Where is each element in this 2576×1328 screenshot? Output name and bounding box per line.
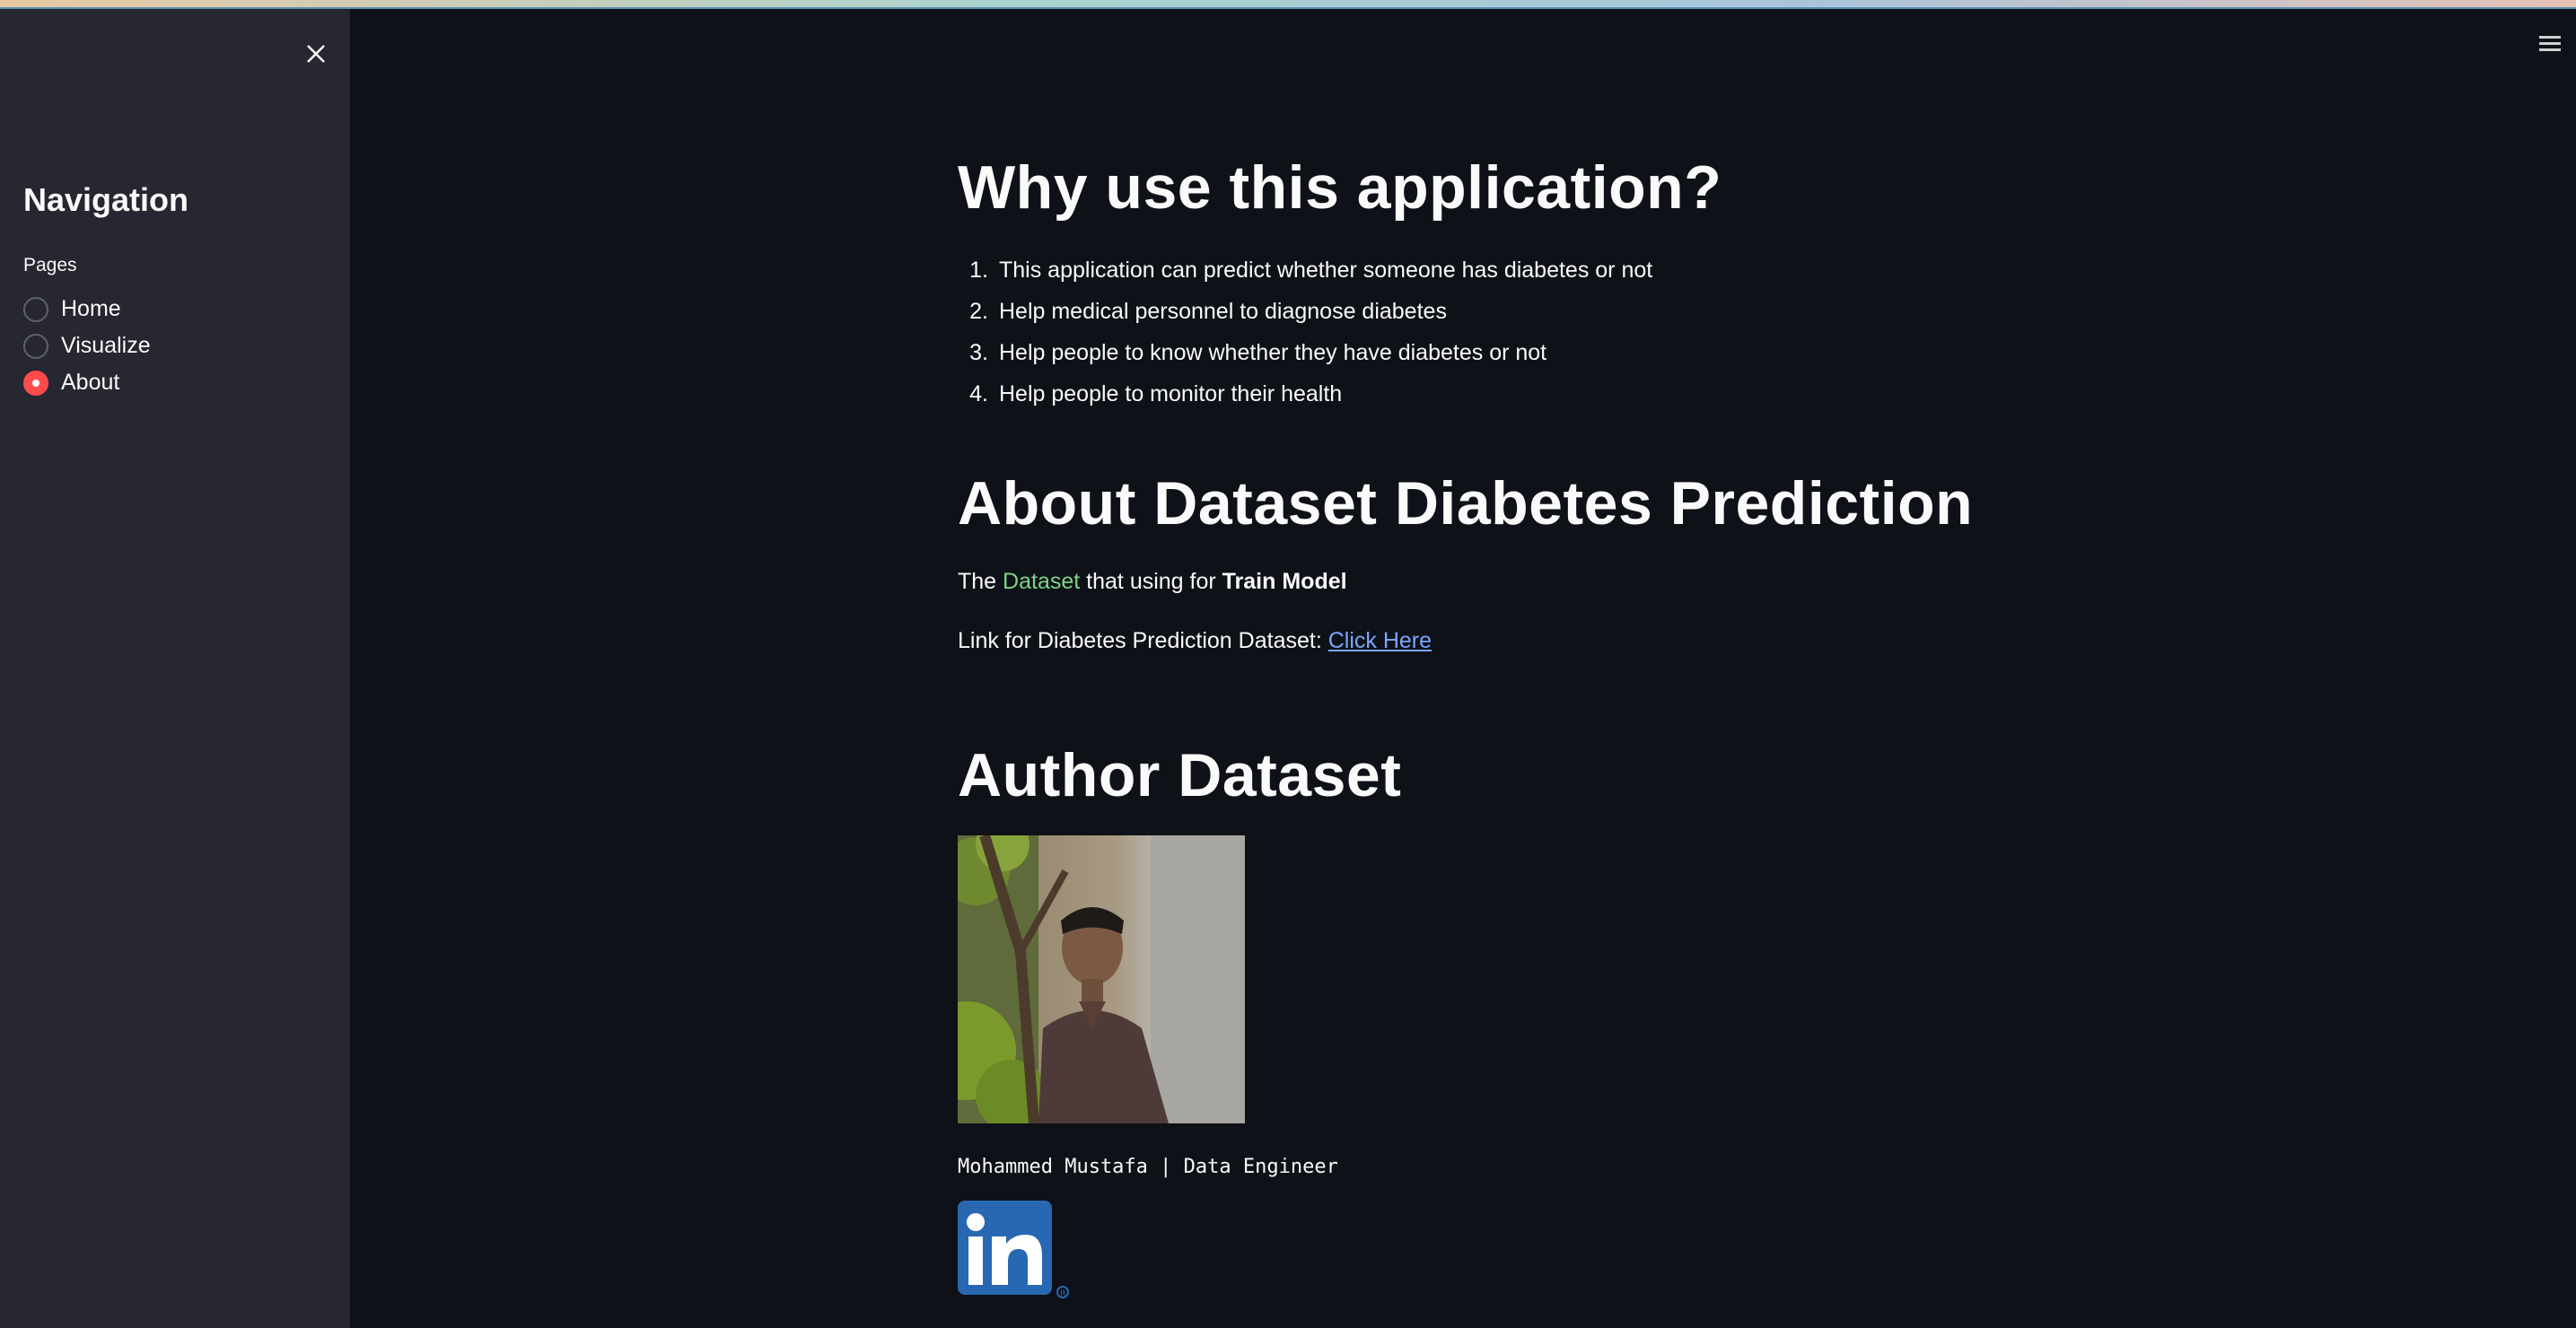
list-number: 2. (969, 299, 988, 324)
dataset-link-label: Link for Diabetes Prediction Dataset: (958, 628, 1322, 653)
top-decoration-bar (0, 0, 2576, 9)
dataset-prefix: The (958, 569, 997, 594)
author-caption: Mohammed Mustafa | Data Engineer (958, 1156, 1338, 1178)
list-text: Help medical personnel to diagnose diabe… (999, 299, 1447, 324)
radio-option-visualize[interactable]: Visualize (23, 328, 151, 364)
reasons-list: 1. This application can predict whether … (958, 258, 1652, 423)
list-number: 4. (969, 381, 988, 406)
linkedin-icon[interactable]: R (958, 1201, 1070, 1305)
author-photo (958, 835, 1245, 1123)
list-number: 1. (969, 258, 988, 283)
main-menu-button[interactable] (2535, 32, 2565, 59)
svg-text:R: R (1060, 1289, 1065, 1298)
radio-label-home: Home (61, 296, 121, 321)
pages-label: Pages (23, 255, 77, 275)
list-number: 3. (969, 340, 988, 365)
list-item: 1. This application can predict whether … (958, 258, 1652, 299)
list-item: 2. Help medical personnel to diagnose di… (958, 299, 1652, 340)
radio-label-visualize: Visualize (61, 333, 151, 358)
about-dataset-heading: About Dataset Diabetes Prediction (958, 469, 1974, 537)
close-icon (307, 45, 325, 63)
radio-button-home[interactable] (23, 296, 48, 322)
list-text: Help people to know whether they have di… (999, 340, 1547, 365)
dataset-word: Dataset (1003, 569, 1081, 594)
radio-option-home[interactable]: Home (23, 291, 151, 328)
dataset-link-line: Link for Diabetes Prediction Dataset: Cl… (958, 628, 1432, 654)
dataset-description: The Dataset that using for Train Model (958, 569, 1347, 595)
radio-label-about: About (61, 370, 120, 395)
radio-button-about[interactable] (23, 370, 48, 396)
list-item: 4. Help people to monitor their health (958, 381, 1652, 423)
list-text: This application can predict whether som… (999, 258, 1653, 283)
hamburger-icon (2535, 36, 2565, 51)
dataset-middle: that using for (1086, 569, 1216, 594)
pages-radio-group: Home Visualize About (23, 291, 151, 401)
click-here-link[interactable]: Click Here (1328, 628, 1432, 653)
list-item: 3. Help people to know whether they have… (958, 340, 1652, 381)
author-dataset-heading: Author Dataset (958, 741, 1402, 809)
sidebar: Navigation Pages Home Visualize About (0, 9, 350, 1328)
radio-option-about[interactable]: About (23, 364, 151, 401)
radio-button-visualize[interactable] (23, 333, 48, 359)
why-heading: Why use this application? (958, 153, 1722, 222)
sidebar-title: Navigation (23, 181, 189, 218)
close-sidebar-button[interactable] (298, 36, 334, 72)
list-text: Help people to monitor their health (999, 381, 1343, 406)
train-model-text: Train Model (1222, 569, 1347, 594)
